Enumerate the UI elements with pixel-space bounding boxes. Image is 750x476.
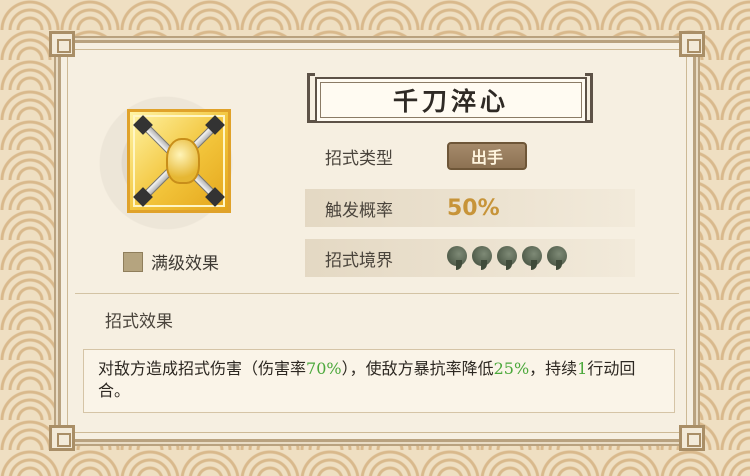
realm-bead-icon <box>472 246 492 270</box>
skill-realm-label: 招式境界 <box>325 250 393 271</box>
realm-beads <box>447 246 567 270</box>
trigger-rate-row: 触发概率 50% <box>305 189 635 227</box>
skill-realm-row: 招式境界 <box>305 239 635 277</box>
skill-type-label: 招式类型 <box>325 148 393 169</box>
corner-ornament-icon <box>679 425 705 451</box>
corner-ornament-icon <box>49 425 75 451</box>
realm-bead-icon <box>522 246 542 270</box>
skill-type-row: 招式类型 出手 <box>305 137 635 175</box>
effect-text-segment: 1 <box>577 359 588 378</box>
corner-ornament-icon <box>49 31 75 57</box>
corner-ornament-icon <box>679 31 705 57</box>
skill-type-badge: 出手 <box>447 142 527 170</box>
realm-bead-icon <box>497 246 517 270</box>
effect-description-box: 对敌方造成招式伤害（伤害率70%），使敌方暴抗率降低25%，持续1行动回合。 <box>83 349 675 413</box>
trigger-rate-value: 50% <box>447 195 500 221</box>
max-level-toggle[interactable]: 满级效果 <box>123 249 219 274</box>
effect-text-segment: 70% <box>306 359 342 378</box>
effect-text-segment: 25% <box>493 359 530 378</box>
max-level-checkbox[interactable] <box>123 251 143 272</box>
divider <box>75 293 679 294</box>
effect-title: 招式效果 <box>105 312 173 332</box>
title-bracket-left <box>307 73 315 123</box>
max-level-label: 满级效果 <box>151 254 219 274</box>
skill-name-title: 千刀淬心 <box>315 77 587 123</box>
effect-text-segment: 对敌方造成招式伤害（伤害率 <box>98 359 307 378</box>
fist-icon <box>166 138 200 184</box>
skill-icon <box>127 109 231 213</box>
effect-text-segment: ），使敌方暴抗率降低 <box>341 359 494 378</box>
trigger-rate-label: 触发概率 <box>325 200 393 221</box>
realm-bead-icon <box>447 246 467 270</box>
realm-bead-icon <box>547 246 567 270</box>
effect-text-segment: ，持续 <box>529 359 578 378</box>
effect-description: 对敌方造成招式伤害（伤害率70%），使敌方暴抗率降低25%，持续1行动回合。 <box>98 358 658 402</box>
title-bracket-right <box>585 73 593 123</box>
skill-detail-card: 满级效果 千刀淬心 招式类型 出手 触发概率 50% 招式境界 招式效果 对敌方… <box>49 31 705 451</box>
